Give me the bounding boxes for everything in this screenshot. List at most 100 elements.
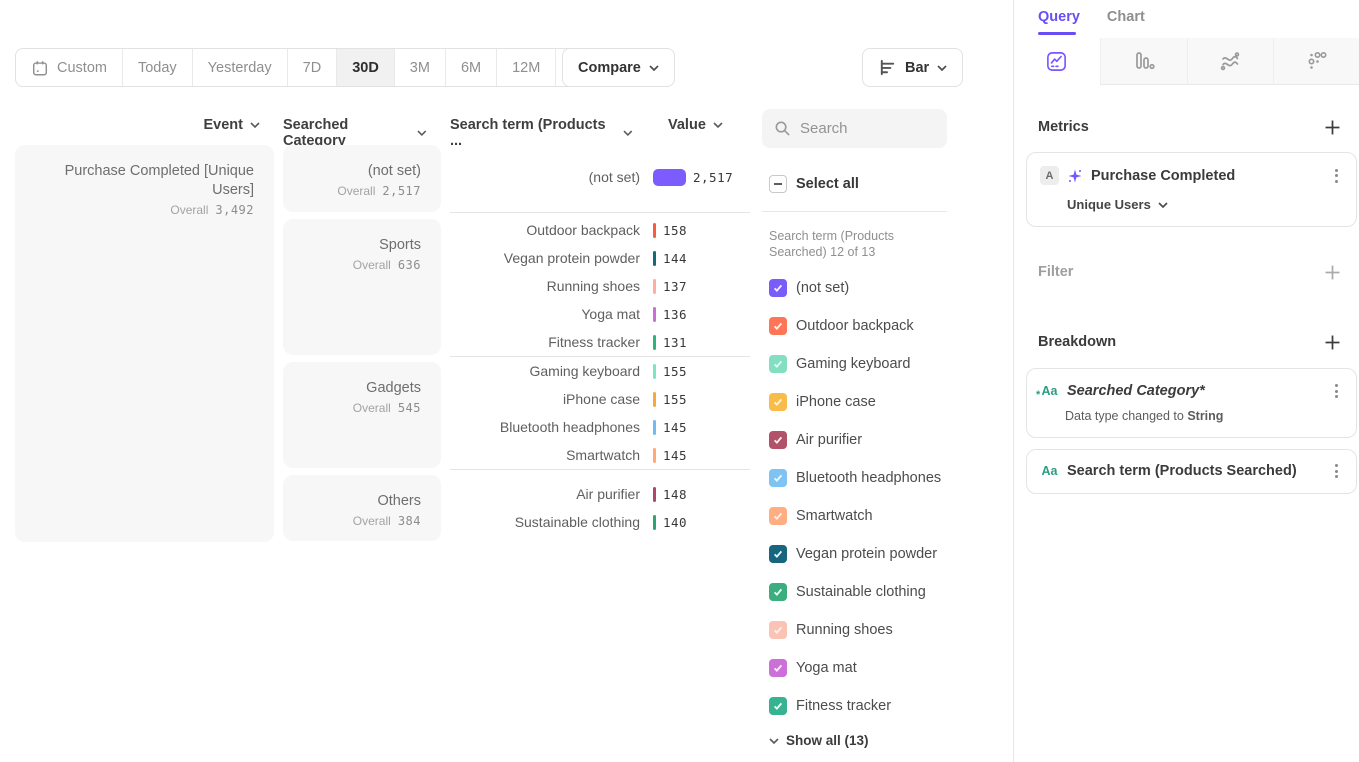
category-cell[interactable]: (not set) Overall2,517 (283, 145, 441, 212)
aggregation-selector[interactable]: Unique Users (1027, 185, 1356, 212)
breakdown-menu-button[interactable] (1331, 462, 1342, 480)
event-cell[interactable]: Purchase Completed [Unique Users] Overal… (15, 145, 274, 542)
event-sparkle-icon (1067, 168, 1083, 184)
segment-item[interactable]: Gaming keyboard (769, 355, 910, 373)
tab-query[interactable]: Query (1038, 9, 1080, 25)
plus-icon (1325, 120, 1340, 135)
date-range-12m[interactable]: 12M (496, 49, 555, 86)
column-header-term[interactable]: Search term (Products ... (450, 117, 633, 149)
segment-checkbox[interactable] (769, 279, 787, 297)
column-header-value[interactable]: Value (668, 117, 728, 133)
tab-flows[interactable] (1187, 38, 1274, 85)
string-type-icon: Aa* (1040, 382, 1059, 400)
term-row[interactable]: Smartwatch 145 (450, 441, 746, 469)
segment-checkbox[interactable] (769, 545, 787, 563)
segment-checkbox[interactable] (769, 583, 787, 601)
check-icon (772, 548, 784, 560)
segment-item[interactable]: Air purifier (769, 431, 862, 449)
indeterminate-icon (773, 179, 783, 189)
term-row[interactable]: Sustainable clothing 140 (450, 508, 746, 536)
panel-divider (762, 211, 947, 212)
bar-segment (653, 169, 686, 186)
date-range-custom[interactable]: Custom (16, 49, 122, 86)
breakdown-property-name: Searched Category* (1067, 383, 1323, 399)
term-row[interactable]: Outdoor backpack 158 (450, 216, 746, 244)
check-icon (772, 662, 784, 674)
segment-checkbox[interactable] (769, 507, 787, 525)
chevron-down-icon (769, 738, 779, 744)
date-range-label: Custom (57, 60, 107, 76)
term-row[interactable]: Bluetooth headphones 145 (450, 413, 746, 441)
bar-chart-icon (878, 58, 897, 77)
breakdown-subtitle: Data type changed to String (1027, 400, 1356, 423)
segment-item[interactable]: Smartwatch (769, 507, 873, 525)
check-icon (772, 510, 784, 522)
select-all-row[interactable]: Select all (769, 175, 859, 193)
chevron-down-icon (623, 130, 633, 136)
segment-checkbox[interactable] (769, 431, 787, 449)
search-icon (774, 120, 791, 137)
term-row[interactable]: Vegan protein powder 144 (450, 244, 746, 272)
add-breakdown-button[interactable] (1325, 335, 1340, 350)
check-icon (772, 320, 784, 332)
category-cell[interactable]: Gadgets Overall545 (283, 362, 441, 468)
compare-button[interactable]: Compare (562, 48, 675, 87)
segment-checkbox[interactable] (769, 697, 787, 715)
term-row[interactable]: iPhone case 155 (450, 385, 746, 413)
category-cell[interactable]: Others Overall384 (283, 475, 441, 541)
segment-item[interactable]: Running shoes (769, 621, 893, 639)
add-metric-button[interactable] (1325, 120, 1340, 135)
segment-item[interactable]: (not set) (769, 279, 849, 297)
check-icon (772, 434, 784, 446)
date-range-3m[interactable]: 3M (394, 49, 445, 86)
add-filter-button[interactable] (1325, 265, 1340, 280)
term-row[interactable]: Air purifier 148 (450, 480, 746, 508)
metric-menu-button[interactable] (1331, 167, 1342, 185)
term-row[interactable]: Yoga mat 136 (450, 300, 746, 328)
tab-funnels[interactable] (1100, 38, 1187, 85)
term-row[interactable]: Fitness tracker 131 (450, 328, 746, 356)
date-range-today[interactable]: Today (122, 49, 192, 86)
plus-icon (1325, 265, 1340, 280)
term-row[interactable]: (not set) 2,517 (450, 163, 746, 191)
metric-card[interactable]: A Purchase Completed Unique Users (1026, 152, 1357, 227)
date-range-30d[interactable]: 30D (336, 49, 394, 86)
segment-checkbox[interactable] (769, 659, 787, 677)
tab-insights[interactable] (1014, 38, 1100, 85)
event-label: Purchase Completed [Unique Users] (25, 162, 254, 200)
segment-item[interactable]: Sustainable clothing (769, 583, 926, 601)
category-cell[interactable]: Sports Overall636 (283, 219, 441, 355)
segment-checkbox[interactable] (769, 621, 787, 639)
date-range-7d[interactable]: 7D (287, 49, 337, 86)
segment-checkbox[interactable] (769, 393, 787, 411)
date-range-group: Custom Today Yesterday 7D 30D 3M 6M 12M … (15, 48, 634, 87)
segment-search[interactable] (762, 109, 947, 148)
segment-item[interactable]: Outdoor backpack (769, 317, 914, 335)
segment-item[interactable]: Fitness tracker (769, 697, 891, 715)
segment-checkbox[interactable] (769, 469, 787, 487)
bar-segment (653, 487, 656, 502)
breakdown-menu-button[interactable] (1331, 382, 1342, 400)
show-all-link[interactable]: Show all (13) (769, 733, 869, 748)
segment-item[interactable]: Bluetooth headphones (769, 469, 941, 487)
tab-retention[interactable] (1273, 38, 1359, 85)
insights-icon (1045, 50, 1068, 73)
term-row[interactable]: Gaming keyboard 155 (450, 357, 746, 385)
column-header-event[interactable]: Event (15, 117, 260, 133)
tab-chart[interactable]: Chart (1107, 9, 1145, 25)
search-input[interactable] (800, 120, 930, 137)
segment-item[interactable]: Yoga mat (769, 659, 857, 677)
segment-item[interactable]: Vegan protein powder (769, 545, 937, 563)
segment-checkbox[interactable] (769, 317, 787, 335)
chart-type-button[interactable]: Bar (862, 48, 963, 87)
breakdown-card[interactable]: Aa Search term (Products Searched) (1026, 449, 1357, 494)
segment-checkbox[interactable] (769, 355, 787, 373)
breakdown-card[interactable]: Aa* Searched Category* Data type changed… (1026, 368, 1357, 438)
select-all-checkbox[interactable] (769, 175, 787, 193)
segment-item[interactable]: iPhone case (769, 393, 876, 411)
term-row[interactable]: Running shoes 137 (450, 272, 746, 300)
date-range-yesterday[interactable]: Yesterday (192, 49, 287, 86)
chevron-down-icon (1158, 202, 1168, 208)
date-range-6m[interactable]: 6M (445, 49, 496, 86)
group-divider (450, 212, 750, 213)
